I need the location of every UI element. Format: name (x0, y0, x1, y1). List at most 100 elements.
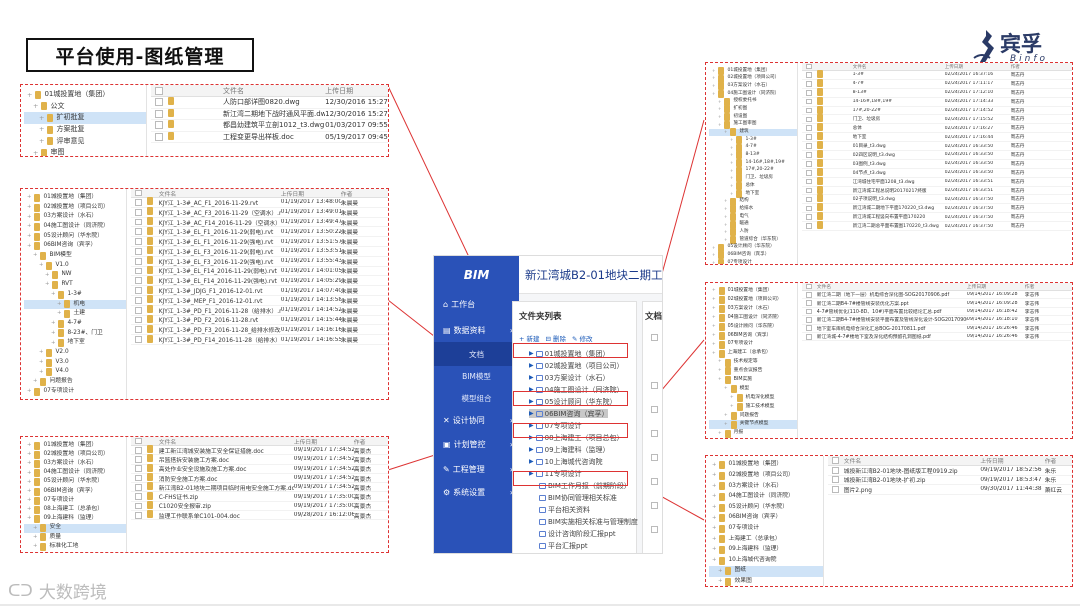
file-cell[interactable]: KJY江_1-3#_EL_F14_2016-11-29(弱电).rvt (159, 266, 281, 275)
row-checkbox[interactable] (155, 121, 163, 130)
expand-toggle-icon[interactable]: + (718, 122, 721, 127)
row-checkbox[interactable] (806, 116, 812, 123)
file-cell[interactable]: 1-3# (853, 72, 945, 77)
expand-toggle-icon[interactable]: + (724, 422, 728, 427)
expand-toggle-icon[interactable]: + (27, 470, 31, 476)
row-checkbox[interactable] (806, 107, 812, 114)
file-cell[interactable]: KJY江_1-3#_PD_F14_2016-11-28（给排水）.rvt (159, 335, 281, 344)
row-checkbox[interactable] (806, 333, 812, 340)
file-cell[interactable]: KJY江_1-3#_AC_F3_2016-11-29（空调水）.rvt (159, 208, 281, 217)
file-row[interactable]: KJY江_1-3#_EL_F1_2016-11-29(弱电).rvt 01/19/… (131, 226, 388, 238)
expand-toggle-icon[interactable]: + (724, 386, 728, 391)
row-checkbox[interactable] (806, 134, 812, 140)
expand-toggle-icon[interactable]: + (730, 176, 733, 180)
tree-node[interactable]: +05设计顾问（华东院） (709, 323, 797, 332)
file-cell[interactable]: KJY江_1-3#_PD_F3_2016-11-28_给排水修改.rvt (159, 325, 281, 334)
tree-node[interactable]: + 技术规定等 (709, 358, 797, 367)
file-row[interactable]: 城投新江湾B2-01地块-图纸版工程0919.zip 09/19/2017 18:… (828, 466, 1072, 476)
tree-node[interactable]: +07专项设计 (709, 524, 823, 535)
row-checkbox[interactable] (135, 199, 142, 206)
file-row[interactable]: 新江湾二期地下战时通风平面.dwg12/30/2016 15:27:06 (151, 108, 388, 120)
select-all-checkbox[interactable] (155, 86, 163, 95)
tree-node[interactable]: + V4.0 (24, 367, 126, 377)
expand-toggle-icon[interactable]: + (27, 204, 31, 210)
tree-node[interactable]: +03方案设计（水石） (709, 82, 797, 91)
tree-node[interactable]: +10上海城代咨询院 (709, 555, 823, 566)
file-cell[interactable]: KJY江_1-3#_EL_F1_2016-11-29(弱电).rvt (159, 227, 281, 236)
row-checkbox[interactable] (135, 493, 142, 501)
expand-toggle-icon[interactable]: + (712, 504, 716, 510)
expand-toggle-icon[interactable]: + (27, 233, 31, 239)
tree-node[interactable]: + 电气 (709, 212, 797, 221)
file-cell[interactable]: 新江湾二期B4-7#楼管线安装平面布置及管线深化设计-SOG20170906.p… (817, 316, 967, 323)
tree-node[interactable]: +01城投置地（集团） (24, 193, 126, 203)
expand-toggle-icon[interactable]: + (724, 207, 727, 211)
expand-toggle-icon[interactable]: + (33, 103, 38, 110)
tree-node[interactable]: +06BIM咨询（宾孚） (709, 513, 823, 524)
tree-node[interactable]: +03方案设计（水石） (709, 481, 823, 492)
expand-toggle-icon[interactable]: + (730, 137, 733, 142)
file-cell[interactable]: KJY江_1-3#_EL_F1_2016-11-29(强电).rvt (159, 237, 281, 246)
file-row[interactable]: KJY江_1-3#_EL_F14_2016-11-29(强电).rvt 01/19… (131, 275, 388, 287)
expand-toggle-icon[interactable]: + (712, 547, 716, 553)
expand-toggle-icon[interactable]: + (718, 578, 722, 584)
file-row[interactable]: 新江湾B2-01地块二期项目临时用电安全施工方案.doc 09/19/2017 1… (131, 482, 388, 493)
file-cell[interactable]: 8-13# (853, 90, 945, 95)
row-checkbox[interactable] (135, 474, 142, 482)
row-checkbox[interactable] (135, 483, 142, 491)
file-row[interactable]: 人防口部详图0820.dwg12/30/2016 15:27:06 (151, 97, 388, 109)
tree-node[interactable]: +17#,20-22# (709, 166, 797, 175)
tree-node[interactable]: +03方案设计（水石） (24, 459, 126, 468)
tree-node[interactable]: + V2.0 (24, 348, 126, 358)
expand-toggle-icon[interactable]: + (712, 472, 716, 478)
folder-node[interactable]: 平台相关资料 (539, 505, 590, 514)
tree-node[interactable]: +05设计顾问（华东院） (709, 502, 823, 513)
expand-toggle-icon[interactable]: + (45, 282, 49, 288)
expand-toggle-icon[interactable]: + (27, 442, 31, 448)
expand-toggle-icon[interactable]: + (57, 301, 61, 307)
file-cell[interactable]: 图片2.png (844, 485, 981, 494)
file-row[interactable]: KJY江_1-3#_MEP_F1_2016-12-01.rvt 01/19/201… (131, 295, 388, 306)
menu-item-5[interactable]: ✕设计协同› (434, 408, 519, 432)
row-checkbox[interactable] (806, 316, 812, 323)
tree-node[interactable]: +02城投置地（项目公司） (709, 296, 797, 305)
menu-item-4[interactable]: 模型组合 (434, 386, 519, 410)
tree-node[interactable]: +09上海建科（监理） (709, 545, 823, 556)
file-cell[interactable]: 新江湾二期（地下一层）机电综合深化图-SOG20170906.pdf (817, 291, 967, 298)
expand-toggle-icon[interactable]: + (712, 245, 715, 250)
expand-toggle-icon[interactable]: + (27, 214, 31, 220)
file-row[interactable]: 新江湾二期B4-7#楼管线安装平面布置及管线深化设计-SOG20170906.p… (802, 316, 1072, 325)
expand-toggle-icon[interactable]: + (712, 494, 716, 500)
expand-toggle-icon[interactable]: + (27, 194, 31, 200)
file-cell[interactable]: KJY江_1-3#_EL_F14_2016-11-29(强电).rvt (159, 276, 281, 285)
row-checkbox[interactable] (806, 89, 812, 96)
row-checkbox[interactable] (806, 72, 812, 78)
row-checkbox[interactable] (806, 143, 812, 149)
file-row[interactable]: KJY江_1-3#_EL_F3_2016-11-29(弱电).rvt 01/19/… (131, 246, 388, 257)
file-cell[interactable]: 01目录_t3.dwg (853, 143, 945, 149)
tree-node[interactable]: + 安全 (24, 523, 126, 533)
row-checkbox[interactable] (135, 296, 142, 304)
row-checkbox[interactable] (806, 178, 812, 185)
row-checkbox[interactable] (806, 98, 812, 105)
tree-node[interactable]: + 管道综合（华东院） (709, 235, 797, 244)
row-checkbox[interactable] (806, 325, 812, 332)
tree-node[interactable]: +01城投置地（集团） (24, 441, 126, 450)
expand-toggle-icon[interactable]: + (724, 230, 727, 234)
file-cell[interactable]: 工程变更导出样板.doc (223, 132, 325, 142)
expand-toggle-icon[interactable]: + (33, 149, 38, 156)
file-row[interactable]: 都昌幼建筑平立剖1012_t3.dwg01/03/2017 09:55:37 (151, 120, 388, 132)
file-cell[interactable]: 14-16#,18#,19# (853, 99, 945, 104)
expand-toggle-icon[interactable]: + (718, 377, 722, 382)
folder-node[interactable]: 设计咨询阶段汇报ppt (539, 529, 616, 538)
expand-toggle-icon[interactable]: + (27, 497, 31, 503)
expand-arrow-icon[interactable]: ▶ (529, 374, 534, 381)
tree-node[interactable]: + 给排水 (709, 205, 797, 214)
menu-item-6[interactable]: ▣计划管控› (434, 432, 519, 456)
row-checkbox[interactable] (135, 247, 142, 255)
folder-node[interactable]: 平台汇报ppt (539, 541, 588, 550)
tree-node[interactable]: + 公文 (24, 101, 146, 113)
add-folder-button[interactable]: + 新建 (519, 333, 540, 343)
tree-node[interactable]: +06BIM咨询（宾孚） (24, 487, 126, 496)
tree-node[interactable]: +05设计顾问（华东院） (24, 232, 126, 242)
